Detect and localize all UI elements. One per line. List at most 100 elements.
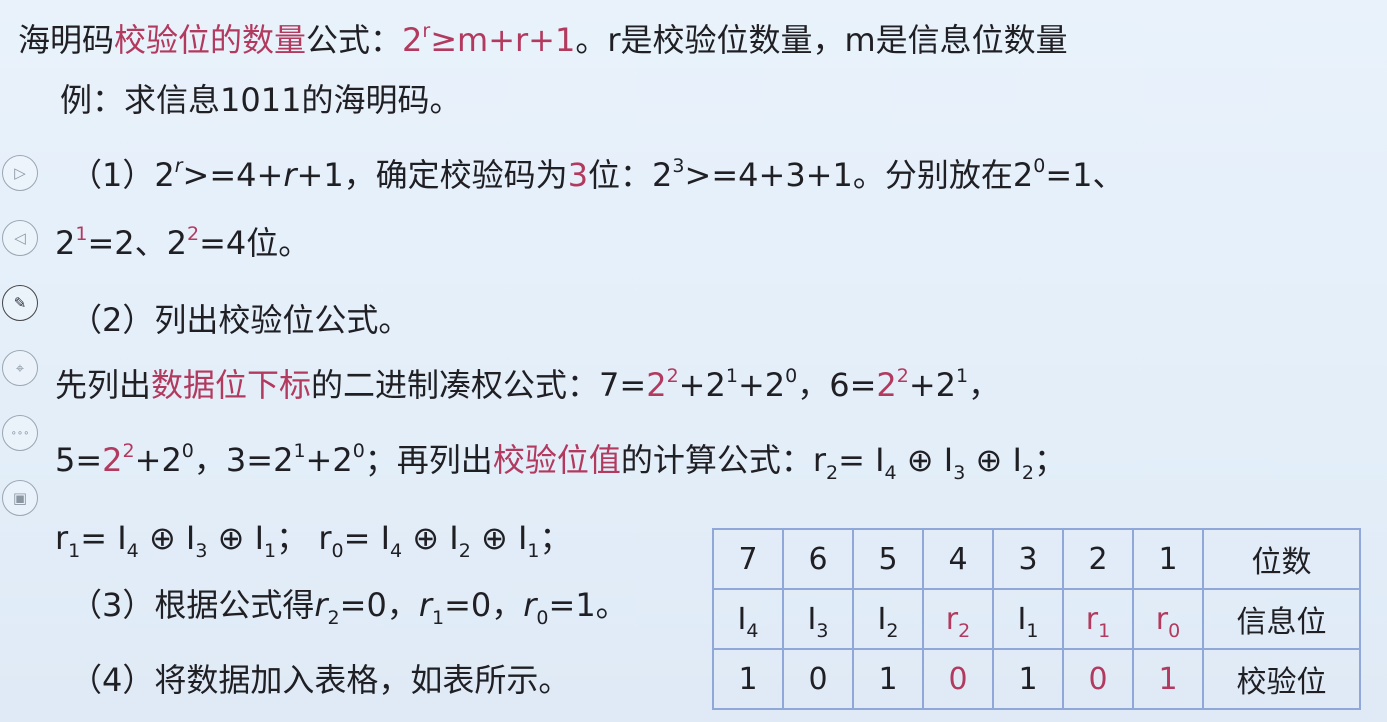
table-row: 7 6 5 4 3 2 1 位数 [712,528,1361,590]
pointer-icon[interactable]: ⌖ [2,350,38,386]
text-segment: 4 [126,540,139,562]
text-segment: ⊕ I [470,519,528,557]
text-segment: 1 [527,540,540,562]
text-line-4: 21=2、22=4位。 [55,223,310,263]
text-segment: r [523,586,537,624]
text-segment: 校验位值 [492,441,621,479]
text-segment: = I [838,441,885,479]
text-segment: 例：求信息1011的海明码。 [60,81,462,119]
text-segment: 2 [876,366,897,404]
text-segment: 2 [896,365,909,387]
table-cell: 1 [852,648,924,710]
text-segment: （2）列出校验位公式。 [70,301,411,339]
text-segment: 2 [55,224,76,262]
text-line-1: 海明码校验位的数量公式：2r≥m+r+1。r是校验位数量，m是信息位数量 [18,20,1068,60]
text-segment: 的计算公式：r [620,441,826,479]
text-segment: = I [343,519,390,557]
text-segment: ⊕ I [138,519,196,557]
hamming-table: 7 6 5 4 3 2 1 位数 I4 I3 I2 r2 I1 r1 r0 信息位 1 0 1 0 1 0 1 校验位 [712,528,1361,710]
text-segment: =4位。 [199,224,311,262]
text-segment: =0， [444,586,524,624]
play-prev-icon[interactable]: ◁ [2,220,38,256]
pen-icon[interactable]: ✎ [2,285,38,321]
text-segment: ⊕ I [207,519,265,557]
text-segment: 1 [264,540,277,562]
text-line-5: （2）列出校验位公式。 [70,300,410,340]
text-segment: 数据位下标 [151,366,312,404]
text-segment: 4 [390,540,403,562]
text-segment: 海明码 [18,21,115,59]
text-segment: （4）将数据加入表格，如表所示。 [70,661,571,699]
text-segment: 的二进制凑权公式：7= [311,366,647,404]
table-cell: 1 [1132,648,1204,710]
table-cell: I3 [782,588,854,650]
text-segment: +2 [908,366,957,404]
text-segment: +2 [134,441,182,479]
text-segment: +2 [678,366,726,404]
table-cell: 0 [782,648,854,710]
screen-icon[interactable]: ▣ [2,480,38,516]
text-segment: ； [539,519,572,557]
play-next-icon[interactable]: ▷ [2,155,38,191]
text-segment: 0 [1033,155,1046,177]
text-segment: 2 [327,607,340,629]
text-segment: ⊕ I [896,441,954,479]
table-cell: 3 [992,528,1064,590]
text-line-10: （4）将数据加入表格，如表所示。 [70,660,570,700]
table-row: 1 0 1 0 1 0 1 校验位 [712,648,1361,710]
text-segment: r [314,586,328,624]
text-line-3: （1）2r>=4+r+1，确定校验码为3位：23>=4+3+1。分别放在20=1… [70,155,1125,195]
text-segment: 公式： [306,21,403,59]
text-segment: 2 [1021,462,1034,484]
text-segment: =1、 [1045,156,1125,194]
table-cell: 2 [1062,528,1134,590]
text-segment: ， [968,366,1001,404]
text-segment: 0 [331,540,344,562]
text-segment: 3 [672,155,685,177]
text-segment: 2 [826,462,839,484]
row-label: 校验位 [1202,648,1361,710]
text-segment: +2 [737,366,786,404]
table-cell: I2 [852,588,924,650]
text-line-9: （3）根据公式得r2=0，r1=0，r0=1。 [70,585,628,628]
table-cell: r0 [1132,588,1204,650]
text-segment: ，6= [797,366,877,404]
text-segment: 0 [181,440,194,462]
table-cell: 1 [992,648,1064,710]
text-segment: +1，确定校验码为 [296,156,568,194]
text-segment: 4 [884,462,897,484]
text-segment: =0， [339,586,419,624]
table-cell: 0 [1062,648,1134,710]
text-segment: 0 [536,607,549,629]
text-segment: +2 [305,441,353,479]
text-segment: 2 [458,540,471,562]
text-segment: r [174,155,183,177]
text-segment: ，3=2 [193,441,294,479]
text-segment: 0 [785,365,798,387]
text-segment: 3 [567,156,589,194]
text-segment: r [283,156,297,194]
text-segment: ； r [276,519,332,557]
text-segment: 位：2 [588,156,673,194]
text-segment: 3 [195,540,208,562]
table-cell: 1 [1132,528,1204,590]
text-segment: 1 [725,365,738,387]
more-icon[interactable]: ∘∘∘ [2,415,38,451]
table-cell: 1 [712,648,784,710]
text-segment: 先列出 [55,366,152,404]
table-cell: I4 [712,588,784,650]
text-segment: 1 [68,540,81,562]
text-segment: r [55,519,69,557]
text-segment: 1 [75,223,88,245]
text-line-7: 5=22+20，3=21+20；再列出校验位值的计算公式：r2= I4 ⊕ I3… [55,440,1066,483]
table-cell: 4 [922,528,994,590]
text-line-6: 先列出数据位下标的二进制凑权公式：7=22+21+20，6=22+21， [55,365,1000,405]
text-segment: r [418,586,432,624]
text-segment: （3）根据公式得 [70,586,315,624]
text-segment: =1。 [548,586,628,624]
table-row: I4 I3 I2 r2 I1 r1 r0 信息位 [712,588,1361,650]
text-segment: 2 [402,21,423,59]
text-segment: 2 [646,366,667,404]
text-segment: >=4+ [182,156,284,194]
table-cell: r1 [1062,588,1134,650]
